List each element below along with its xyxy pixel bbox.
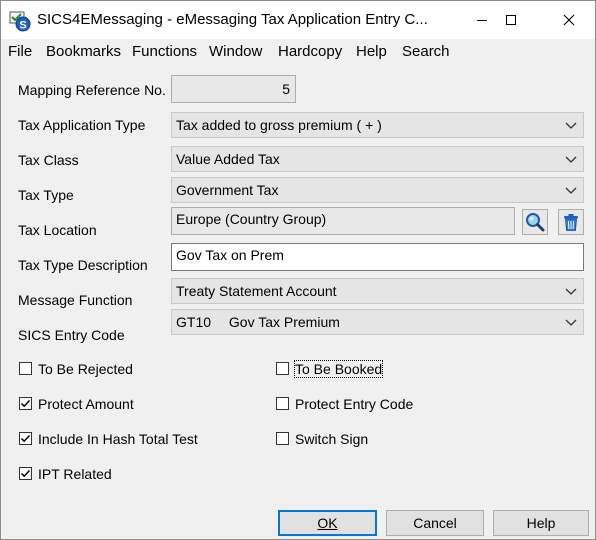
protect-entry-code-checkbox[interactable]	[276, 397, 289, 410]
menu-bookmarks[interactable]: Bookmarks	[46, 43, 121, 60]
tax-location-value: Europe (Country Group)	[176, 211, 327, 227]
include-in-hash-total-test-checkbox[interactable]	[19, 432, 32, 445]
tax-location-field[interactable]: Europe (Country Group)	[171, 207, 515, 235]
protect-amount-checkbox[interactable]	[19, 397, 32, 410]
chevron-down-icon	[565, 122, 577, 129]
tax-type-description-label: Tax Type Description	[18, 257, 148, 273]
help-button-label: Help	[526, 515, 556, 531]
message-function-label: Message Function	[18, 292, 133, 308]
maximize-button[interactable]	[488, 1, 534, 39]
app-icon: S	[9, 10, 31, 32]
chevron-down-icon	[565, 187, 577, 194]
ipt-related-label: IPT Related	[38, 466, 112, 482]
dialog-window: S SICS4EMessaging - eMessaging Tax Appli…	[0, 0, 596, 540]
switch-sign-label: Switch Sign	[295, 431, 369, 447]
tax-location-clear-button[interactable]	[558, 209, 584, 235]
tax-class-value: Value Added Tax	[176, 151, 280, 167]
tax-type-description-input[interactable]: Gov Tax on Prem	[171, 243, 584, 271]
sics-entry-code-label: SICS Entry Code	[18, 327, 125, 343]
sics-entry-code-code: GT10	[176, 314, 212, 330]
svg-text:S: S	[19, 20, 26, 32]
menu-functions[interactable]: Functions	[132, 43, 197, 60]
tax-class-label: Tax Class	[18, 152, 79, 168]
to-be-booked-checkbox[interactable]	[276, 362, 289, 375]
protect-amount-label: Protect Amount	[38, 396, 134, 412]
menu-hardcopy[interactable]: Hardcopy	[278, 43, 342, 60]
tax-application-type-label: Tax Application Type	[18, 117, 146, 133]
window-title: SICS4EMessaging - eMessaging Tax Applica…	[37, 11, 428, 28]
maximize-icon	[506, 15, 516, 25]
to-be-rejected-label: To Be Rejected	[38, 361, 133, 377]
title-bar[interactable]: S SICS4EMessaging - eMessaging Tax Appli…	[1, 1, 595, 39]
checkmark-icon	[20, 469, 31, 478]
switch-sign-checkbox[interactable]	[276, 432, 289, 445]
menu-search[interactable]: Search	[402, 43, 450, 60]
mapping-reference-field[interactable]: 5	[171, 75, 296, 103]
help-button[interactable]: Help	[493, 510, 589, 536]
menu-bar: File Bookmarks Functions Window Hardcopy…	[1, 39, 595, 65]
tax-location-search-button[interactable]	[522, 209, 548, 235]
message-function-select[interactable]: Treaty Statement Account	[171, 278, 584, 304]
ipt-related-checkbox[interactable]	[19, 467, 32, 480]
cancel-button-label: Cancel	[413, 515, 457, 531]
chevron-down-icon	[565, 156, 577, 163]
tax-application-type-value: Tax added to gross premium ( + )	[176, 117, 382, 133]
chevron-down-icon	[565, 288, 577, 295]
checkmark-icon	[20, 399, 31, 408]
tax-application-type-select[interactable]: Tax added to gross premium ( + )	[171, 112, 584, 138]
menu-file[interactable]: File	[8, 43, 32, 60]
tax-class-select[interactable]: Value Added Tax	[171, 146, 584, 172]
tax-type-label: Tax Type	[18, 187, 74, 203]
tax-type-select[interactable]: Government Tax	[171, 177, 584, 203]
sics-entry-code-select[interactable]: GT10 Gov Tax Premium	[171, 309, 584, 335]
chevron-down-icon	[565, 319, 577, 326]
to-be-rejected-checkbox[interactable]	[19, 362, 32, 375]
to-be-booked-label: To Be Booked	[293, 360, 384, 378]
tax-location-label: Tax Location	[18, 222, 97, 238]
close-icon	[563, 14, 575, 26]
menu-help[interactable]: Help	[356, 43, 387, 60]
protect-entry-code-label: Protect Entry Code	[295, 396, 414, 412]
include-in-hash-total-test-label: Include In Hash Total Test	[38, 431, 198, 447]
checkmark-icon	[20, 434, 31, 443]
sics-entry-code-value: Gov Tax Premium	[228, 314, 340, 330]
close-button[interactable]	[546, 1, 592, 39]
ok-button[interactable]: OK	[278, 510, 377, 536]
cancel-button[interactable]: Cancel	[386, 510, 484, 536]
mapping-reference-label: Mapping Reference No.	[18, 82, 166, 98]
message-function-value: Treaty Statement Account	[176, 283, 337, 299]
tax-type-value: Government Tax	[176, 182, 279, 198]
trash-icon	[564, 214, 578, 231]
search-icon	[526, 213, 545, 232]
ok-button-label: OK	[317, 515, 338, 531]
minimize-icon	[477, 20, 487, 21]
menu-window[interactable]: Window	[209, 43, 262, 60]
